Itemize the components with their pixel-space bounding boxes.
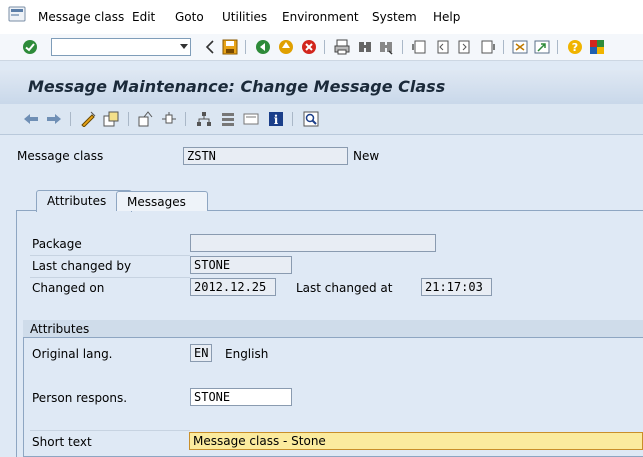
arrow-left-icon[interactable] bbox=[22, 110, 40, 128]
info-icon[interactable]: i bbox=[267, 110, 285, 128]
fullscreen-icon[interactable] bbox=[242, 110, 260, 128]
cancel-icon[interactable] bbox=[300, 38, 318, 56]
sap-menu-icon[interactable] bbox=[8, 5, 26, 23]
customize-layout-icon[interactable] bbox=[588, 38, 606, 56]
changed-on-field: 2012.12.25 bbox=[190, 278, 276, 296]
last-changed-by-field: STONE bbox=[190, 256, 292, 274]
display-change-icon[interactable] bbox=[79, 110, 97, 128]
toolbar-separator bbox=[324, 40, 325, 54]
message-class-label: Message class bbox=[17, 149, 104, 163]
person-respons-label: Person respons. bbox=[32, 391, 128, 405]
application-toolbar: i bbox=[0, 104, 643, 135]
other-object-icon[interactable] bbox=[102, 110, 120, 128]
toolbar-separator bbox=[185, 112, 186, 126]
toolbar-separator bbox=[557, 40, 558, 54]
row-separator bbox=[30, 255, 190, 256]
row-separator bbox=[30, 430, 190, 431]
menu-environment[interactable]: Environment bbox=[282, 10, 359, 24]
status-text: New bbox=[353, 149, 380, 163]
menu-message-class[interactable]: Message class bbox=[38, 10, 124, 24]
message-class-field: ZSTN bbox=[183, 147, 348, 165]
last-changed-at-label: Last changed at bbox=[296, 281, 393, 295]
command-input[interactable] bbox=[54, 40, 176, 56]
package-label: Package bbox=[32, 237, 82, 251]
toolbar-separator bbox=[70, 112, 71, 126]
tab-strip: Attributes Messages bbox=[16, 190, 643, 212]
svg-text:?: ? bbox=[572, 41, 578, 54]
print-icon[interactable] bbox=[333, 38, 351, 56]
next-page-icon[interactable] bbox=[456, 38, 474, 56]
toolbar-separator bbox=[128, 112, 129, 126]
menu-bar: Message class Edit Goto Utilities Enviro… bbox=[0, 0, 643, 34]
standard-toolbar: ? bbox=[0, 34, 643, 61]
attributes-group-header bbox=[23, 320, 643, 338]
save-icon[interactable] bbox=[221, 38, 239, 56]
help-icon[interactable]: ? bbox=[566, 38, 584, 56]
arrow-right-icon[interactable] bbox=[45, 110, 63, 128]
shortcut-icon[interactable] bbox=[533, 38, 551, 56]
back-icon[interactable] bbox=[254, 38, 272, 56]
person-respons-input[interactable]: STONE bbox=[190, 388, 292, 406]
check-object-icon[interactable] bbox=[137, 110, 155, 128]
where-used-icon[interactable] bbox=[160, 110, 178, 128]
menu-system[interactable]: System bbox=[372, 10, 417, 24]
toolbar-separator bbox=[402, 40, 403, 54]
display-object-list-icon[interactable] bbox=[302, 110, 320, 128]
menu-edit[interactable]: Edit bbox=[132, 10, 155, 24]
short-text-label: Short text bbox=[32, 435, 92, 449]
exit-icon[interactable] bbox=[277, 38, 295, 56]
svg-text:i: i bbox=[274, 113, 279, 127]
first-page-icon[interactable] bbox=[410, 38, 428, 56]
find-next-icon[interactable] bbox=[377, 38, 395, 56]
package-field bbox=[190, 234, 436, 252]
last-changed-at-field: 21:17:03 bbox=[421, 278, 492, 296]
chevron-down-icon[interactable] bbox=[180, 44, 188, 49]
toolbar-separator bbox=[245, 40, 246, 54]
find-icon[interactable] bbox=[356, 38, 374, 56]
command-field[interactable] bbox=[51, 38, 191, 56]
page-title: Message Maintenance: Change Message Clas… bbox=[28, 77, 446, 96]
menu-help[interactable]: Help bbox=[433, 10, 460, 24]
changed-on-label: Changed on bbox=[32, 281, 105, 295]
hierarchy-icon[interactable] bbox=[195, 110, 213, 128]
new-session-icon[interactable] bbox=[511, 38, 529, 56]
last-changed-by-label: Last changed by bbox=[32, 259, 132, 273]
toolbar-separator bbox=[503, 40, 504, 54]
previous-page-icon[interactable] bbox=[433, 38, 451, 56]
enter-checkmark-icon[interactable] bbox=[21, 38, 39, 56]
menu-utilities[interactable]: Utilities bbox=[222, 10, 267, 24]
original-lang-label: Original lang. bbox=[32, 347, 113, 361]
tab-messages[interactable]: Messages bbox=[116, 191, 208, 211]
original-lang-text: English bbox=[225, 347, 269, 361]
short-text-input[interactable]: Message class - Stone bbox=[189, 432, 643, 450]
collapse-left-icon[interactable] bbox=[201, 38, 219, 56]
object-list-icon[interactable] bbox=[219, 110, 237, 128]
toolbar-separator bbox=[292, 112, 293, 126]
row-separator bbox=[30, 277, 190, 278]
menu-goto[interactable]: Goto bbox=[175, 10, 204, 24]
original-lang-field: EN bbox=[190, 344, 212, 362]
last-page-icon[interactable] bbox=[479, 38, 497, 56]
attributes-group-title: Attributes bbox=[30, 322, 90, 336]
